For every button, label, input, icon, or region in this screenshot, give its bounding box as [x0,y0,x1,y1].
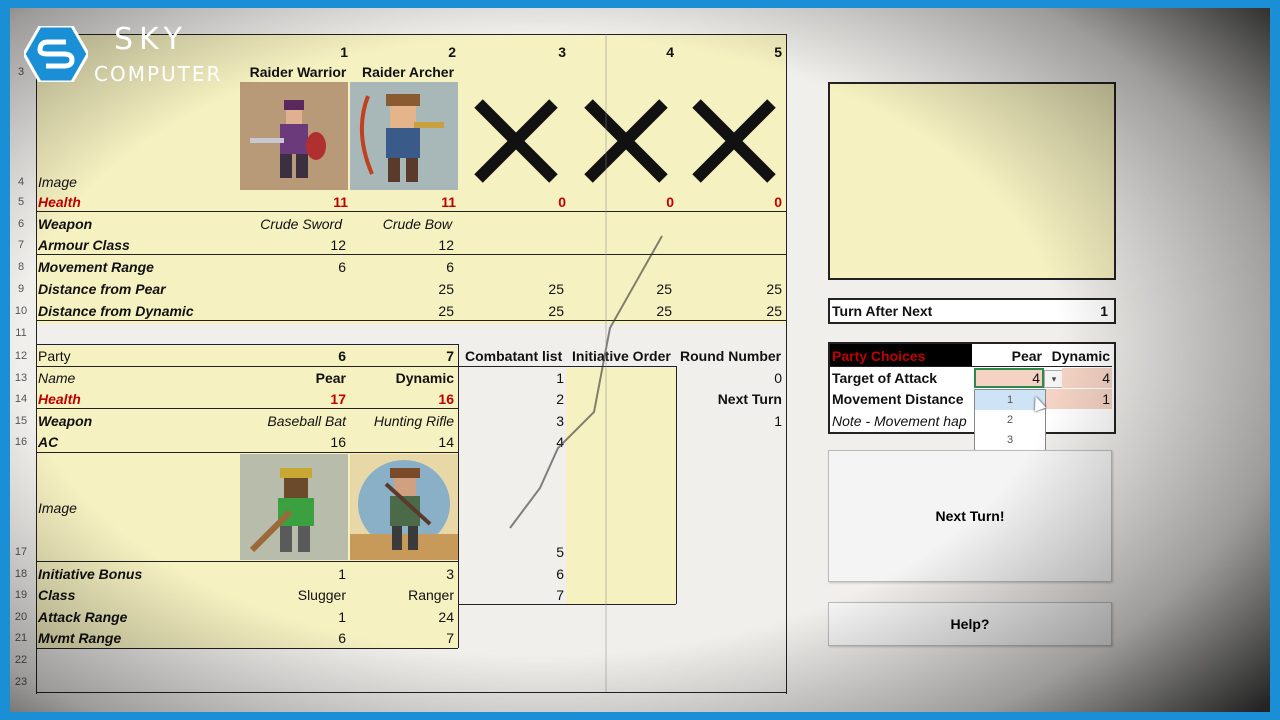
sky-logo-icon [24,26,88,82]
sky-computer-logo: SKY COMPUTER [24,22,234,86]
film-scratch-overlay [509,34,663,692]
video-frame: 3 4 5 6 7 8 9 10 11 12 13 14 15 16 17 18… [0,0,1280,720]
logo-line2: COMPUTER [94,62,223,86]
logo-line1: SKY [114,22,188,57]
spreadsheet: 3 4 5 6 7 8 9 10 11 12 13 14 15 16 17 18… [10,8,1270,712]
